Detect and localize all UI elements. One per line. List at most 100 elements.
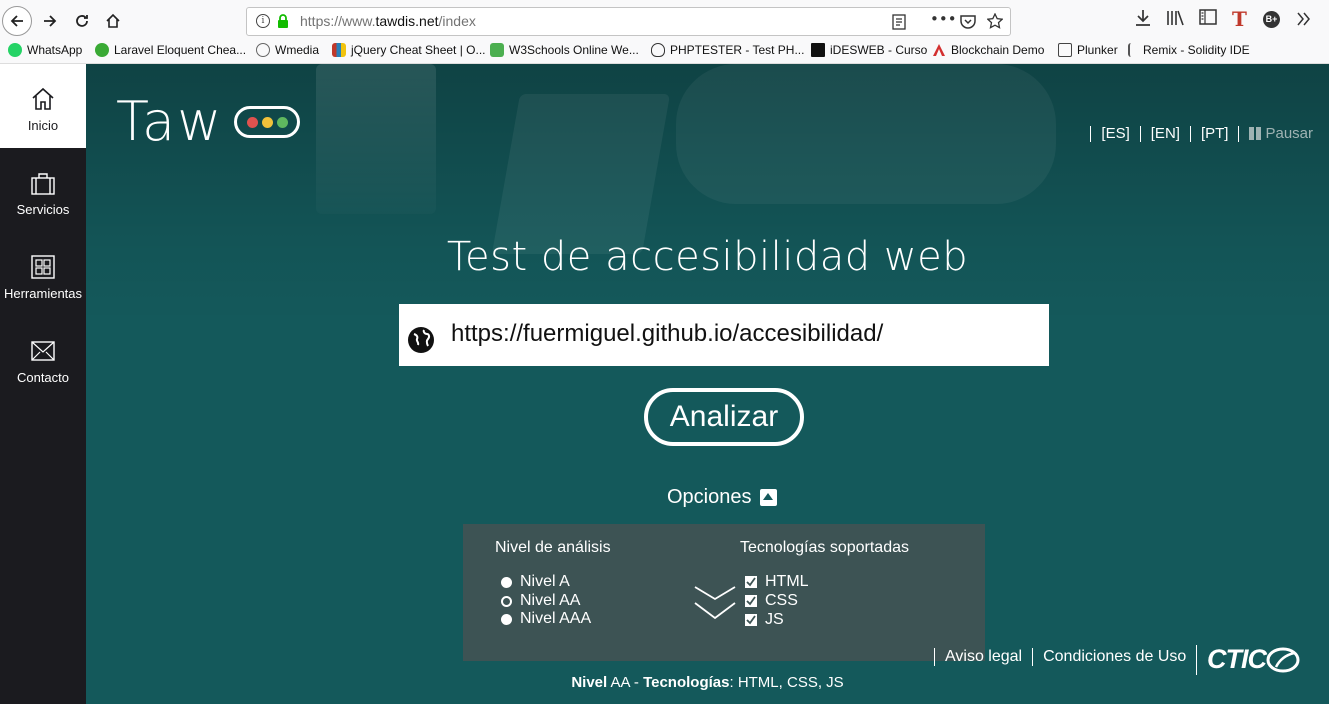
globe-icon: [408, 327, 434, 353]
checkbox-css[interactable]: CSS: [745, 592, 798, 610]
home-button[interactable]: [99, 7, 127, 35]
checkmark-icon: [746, 596, 756, 606]
taw-logo[interactable]: Taw: [116, 90, 223, 153]
bookmark-plunker[interactable]: Plunker: [1058, 43, 1118, 57]
pause-label: Pausar: [1265, 125, 1313, 142]
back-button[interactable]: [2, 6, 32, 36]
lock-icon: [278, 14, 288, 28]
level-label: Nivel: [571, 674, 608, 691]
analyze-button[interactable]: Analizar: [644, 388, 804, 446]
radio-button[interactable]: [501, 613, 512, 625]
level-title: Nivel de análisis: [495, 539, 611, 556]
bookmark-laravel[interactable]: Laravel Eloquent Chea...: [95, 43, 246, 57]
globe-icon: [256, 43, 270, 57]
bookmark-label: Remix - Solidity IDE: [1143, 43, 1250, 57]
hero-glass-shape: [316, 64, 436, 214]
url-search-box: [399, 304, 1049, 366]
logo-dot-green: [277, 117, 288, 128]
sidebar-item-servicios[interactable]: Servicios: [0, 148, 86, 232]
logo-text: Taw: [116, 90, 224, 153]
download-icon[interactable]: [1135, 9, 1151, 27]
checkbox-js[interactable]: JS: [745, 611, 784, 629]
grid-icon: [31, 255, 55, 279]
briefcase-icon: [31, 173, 55, 195]
bookmark-remix[interactable]: Remix - Solidity IDE: [1128, 43, 1250, 57]
sidebar-item-inicio[interactable]: Inicio: [0, 64, 86, 148]
checkbox-label: CSS: [765, 592, 798, 609]
sidebar-item-label: Servicios: [16, 202, 70, 217]
lang-es-link[interactable]: [ES]: [1101, 125, 1129, 142]
sidebar-item-label: Herramientas: [3, 286, 83, 301]
radio-button[interactable]: [501, 576, 512, 588]
hero-hand-shape: [676, 64, 1056, 204]
divider: [1238, 125, 1240, 142]
checkbox[interactable]: [745, 595, 757, 607]
reload-button[interactable]: [68, 7, 96, 35]
radio-label: Nivel A: [520, 573, 570, 590]
checkbox[interactable]: [745, 576, 757, 588]
bookmark-jquery[interactable]: jQuery Cheat Sheet | O...: [332, 43, 486, 57]
bookmarks-bar: WhatsApp Laravel Eloquent Chea... Wmedia…: [0, 41, 1329, 64]
page-title: Test de accesibilidad web: [446, 234, 969, 280]
lang-en-link[interactable]: [EN]: [1151, 125, 1180, 142]
ctic-logo[interactable]: CTIC: [1196, 644, 1300, 675]
radio-level-aaa[interactable]: Nivel AAA: [501, 610, 591, 628]
bookmark-blockchain[interactable]: Blockchain Demo: [932, 43, 1044, 57]
address-bar[interactable]: i https://www.tawdis.net/index •••: [246, 7, 1011, 36]
overflow-chevron-icon[interactable]: [1297, 12, 1311, 26]
options-toggle[interactable]: Opciones: [667, 486, 777, 509]
radio-button-selected[interactable]: [501, 595, 512, 607]
main-content: Taw [ES] [EN] [PT] Pausar Test de accesi…: [86, 64, 1329, 704]
bookmark-phptester[interactable]: PHPTESTER - Test PH...: [651, 43, 804, 57]
bookmark-label: Blockchain Demo: [951, 43, 1045, 57]
ideswb-icon: [811, 43, 825, 57]
ctic-swirl-icon: [1266, 647, 1300, 672]
pocket-icon[interactable]: [960, 14, 976, 29]
bookmark-label: Laravel Eloquent Chea...: [114, 43, 247, 57]
footer-links: Aviso legal Condiciones de Uso: [924, 648, 1186, 666]
terms-of-use-link[interactable]: Condiciones de Uso: [1043, 648, 1186, 666]
checkbox-html[interactable]: HTML: [745, 573, 809, 591]
divider: [934, 648, 935, 666]
pause-button[interactable]: Pausar: [1249, 125, 1313, 142]
jquery-cheatsheet-icon: [332, 43, 346, 57]
page-actions-icon[interactable]: •••: [930, 10, 957, 28]
options-panel: Nivel de análisis Nivel A Nivel AA Nivel…: [463, 524, 985, 661]
bookmark-wmedia[interactable]: Wmedia: [256, 43, 319, 57]
radio-level-a[interactable]: Nivel A: [501, 573, 570, 591]
extension-t-icon[interactable]: T: [1232, 7, 1247, 31]
plunker-icon: [1058, 43, 1072, 57]
bookmark-ideswb[interactable]: iDESWEB - Curso: [811, 43, 927, 57]
sidebar-toggle-icon[interactable]: [1199, 9, 1217, 25]
logo-traffic-light: [234, 106, 300, 138]
divider: [1139, 125, 1141, 142]
checkmark-icon: [746, 615, 756, 625]
bookmark-whatsapp[interactable]: WhatsApp: [8, 43, 82, 57]
library-icon[interactable]: [1166, 9, 1184, 27]
home-icon: [106, 13, 120, 28]
info-icon[interactable]: i: [256, 14, 270, 28]
divider: [1196, 644, 1197, 675]
forward-button[interactable]: [36, 7, 64, 35]
bookmark-label: Wmedia: [275, 43, 320, 57]
sidebar-item-label: Inicio: [27, 118, 59, 133]
blockchain-icon: [933, 44, 945, 56]
divider: [1189, 125, 1191, 142]
tech-title: Tecnologías soportadas: [740, 539, 909, 556]
radio-label: Nivel AA: [520, 592, 581, 609]
sidebar-item-contacto[interactable]: Contacto: [0, 316, 86, 400]
bookmark-w3schools[interactable]: W3Schools Online We...: [490, 43, 639, 57]
extension-b-icon[interactable]: B+: [1263, 11, 1280, 28]
w3schools-icon: [490, 43, 504, 57]
lang-pt-link[interactable]: [PT]: [1201, 125, 1229, 142]
level-value: AA: [610, 674, 630, 691]
language-selector: [ES] [EN] [PT] Pausar: [1080, 125, 1313, 142]
radio-level-aa[interactable]: Nivel AA: [501, 592, 580, 610]
reader-view-icon[interactable]: [892, 14, 906, 30]
sidebar-item-herramientas[interactable]: Herramientas: [0, 232, 86, 316]
legal-notice-link[interactable]: Aviso legal: [945, 648, 1022, 666]
checkbox[interactable]: [745, 614, 757, 626]
url-input[interactable]: [451, 314, 1041, 354]
star-icon[interactable]: [987, 13, 1003, 29]
chevron-down-icon: [694, 586, 736, 620]
